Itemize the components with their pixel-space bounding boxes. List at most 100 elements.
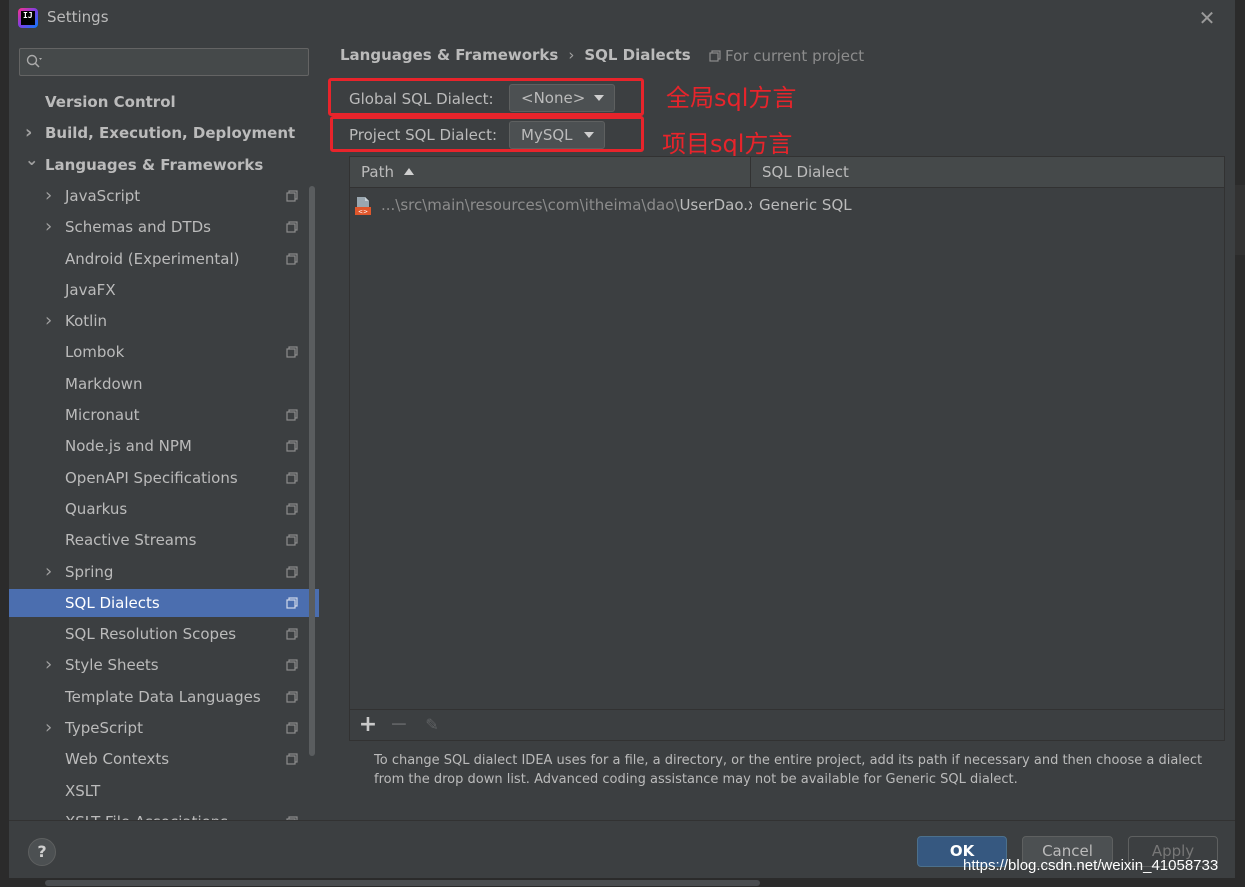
breadcrumb-current: SQL Dialects xyxy=(584,46,691,64)
project-scope-icon xyxy=(286,691,298,703)
sidebar-item-openapi-specifications[interactable]: OpenAPI Specifications xyxy=(9,464,319,492)
sidebar-item-label: Template Data Languages xyxy=(65,688,261,706)
annotation-box-global xyxy=(328,78,644,116)
sidebar-item-template-data-languages[interactable]: Template Data Languages xyxy=(9,683,319,711)
sidebar-item-sql-resolution-scopes[interactable]: SQL Resolution Scopes xyxy=(9,620,319,648)
sidebar-item-label: Micronaut xyxy=(65,406,140,424)
sidebar-item-label: Quarkus xyxy=(65,500,128,518)
sidebar-item-build-execution-deployment[interactable]: › Build, Execution, Deployment xyxy=(9,119,319,147)
chevron-down-icon[interactable]: ⌄ xyxy=(25,146,38,174)
table-row[interactable]: <> ...\src\main\resources\com\itheima\da… xyxy=(350,190,1224,220)
table-toolbar: + − ✎ xyxy=(350,709,1224,740)
sidebar-item-reactive-streams[interactable]: Reactive Streams xyxy=(9,526,319,554)
sidebar-item-label: Spring xyxy=(65,563,114,581)
sidebar-item-typescript[interactable]: › TypeScript xyxy=(9,714,319,742)
edit-icon[interactable]: ✎ xyxy=(420,713,444,737)
project-scope-icon xyxy=(286,534,298,546)
project-scope-icon xyxy=(286,253,298,265)
sidebar-item-label: SQL Resolution Scopes xyxy=(65,625,237,643)
annotation-global: 全局sql方言 xyxy=(666,84,797,112)
background-editor-left xyxy=(0,0,9,887)
scope-text: For current project xyxy=(725,47,865,65)
help-text: To change SQL dialect IDEA uses for a fi… xyxy=(374,753,1203,787)
sidebar-item-label: Node.js and NPM xyxy=(65,437,192,455)
project-scope-icon xyxy=(286,753,298,765)
sidebar-item-android-experimental[interactable]: Android (Experimental) xyxy=(9,245,319,273)
window-title: Settings xyxy=(47,8,109,26)
sidebar-item-label: OpenAPI Specifications xyxy=(65,469,238,487)
sidebar-scrollbar[interactable] xyxy=(309,186,315,756)
sidebar-item-markdown[interactable]: Markdown xyxy=(9,370,319,398)
sidebar-item-label: Lombok xyxy=(65,343,125,361)
project-scope-icon xyxy=(286,221,298,233)
project-scope-icon xyxy=(709,50,721,62)
sidebar-item-label: Markdown xyxy=(65,375,143,393)
background-editor-right xyxy=(1235,0,1245,887)
chevron-right-icon[interactable]: › xyxy=(25,119,37,147)
project-scope-icon xyxy=(286,659,298,671)
sidebar-item-label: XSLT xyxy=(65,782,101,800)
sidebar-item-kotlin[interactable]: › Kotlin xyxy=(9,307,319,335)
table-header: Path SQL Dialect xyxy=(350,157,1224,188)
dialect-mapping-table: Path SQL Dialect <> ...\src\main\resourc… xyxy=(349,156,1225,741)
sidebar-item-label: TypeScript xyxy=(65,719,143,737)
row-dialect[interactable]: Generic SQL xyxy=(759,190,852,220)
chevron-right-icon[interactable]: › xyxy=(45,307,57,335)
sidebar-item-xslt-file-associations[interactable]: XSLT File Associations xyxy=(9,808,319,820)
project-scope-icon xyxy=(286,566,298,578)
sidebar-item-spring[interactable]: › Spring xyxy=(9,558,319,586)
sidebar-item-javafx[interactable]: JavaFX xyxy=(9,276,319,304)
chevron-right-icon[interactable]: › xyxy=(45,213,57,241)
sidebar-item-label: JavaFX xyxy=(65,281,116,299)
sidebar-item-micronaut[interactable]: Micronaut xyxy=(9,401,319,429)
breadcrumb-separator: › xyxy=(568,46,575,64)
sidebar-item-label: Reactive Streams xyxy=(65,531,197,549)
project-scope-icon xyxy=(286,440,298,452)
background-editor-line xyxy=(1235,500,1245,570)
sidebar-item-label: Build, Execution, Deployment xyxy=(45,124,296,142)
scope-label: For current project xyxy=(709,47,864,65)
sidebar-item-style-sheets[interactable]: › Style Sheets xyxy=(9,651,319,679)
sidebar-item-web-contexts[interactable]: Web Contexts xyxy=(9,745,319,773)
row-file-name: UserDao.xml xyxy=(679,196,752,214)
sidebar-item-lombok[interactable]: Lombok xyxy=(9,338,319,366)
row-path-prefix: ...\src\main\resources\com\itheima\dao\ xyxy=(381,196,680,214)
column-divider[interactable] xyxy=(750,157,751,188)
column-header-dialect[interactable]: SQL Dialect xyxy=(762,157,849,188)
background-scrollbar xyxy=(45,880,760,886)
sidebar-item-node-js-and-npm[interactable]: Node.js and NPM xyxy=(9,432,319,460)
close-icon[interactable]: ✕ xyxy=(1197,8,1217,28)
search-input[interactable] xyxy=(19,48,309,76)
settings-sidebar: Version Control › Build, Execution, Deploy… xyxy=(9,36,319,820)
project-scope-icon xyxy=(286,628,298,640)
remove-icon[interactable]: − xyxy=(387,713,411,737)
search-icon xyxy=(26,54,42,74)
project-scope-icon xyxy=(286,472,298,484)
sidebar-item-languages-frameworks[interactable]: ⌄ Languages & Frameworks xyxy=(9,150,319,179)
chevron-right-icon[interactable]: › xyxy=(45,651,57,679)
column-header-path[interactable]: Path xyxy=(361,157,414,188)
chevron-right-icon[interactable]: › xyxy=(45,182,57,210)
intellij-app-icon: IJ xyxy=(18,8,38,28)
sidebar-item-javascript[interactable]: › JavaScript xyxy=(9,182,319,210)
project-scope-icon xyxy=(286,190,298,202)
help-icon[interactable]: ? xyxy=(28,838,56,866)
xml-file-icon: <> xyxy=(355,197,371,216)
chevron-right-icon[interactable]: › xyxy=(45,714,57,742)
chevron-right-icon[interactable]: › xyxy=(45,558,57,586)
sidebar-item-label: Schemas and DTDs xyxy=(65,218,211,236)
watermark: https://blog.csdn.net/weixin_41058733 xyxy=(963,857,1219,874)
sidebar-item-schemas-and-dtds[interactable]: › Schemas and DTDs xyxy=(9,213,319,241)
sidebar-item-xslt[interactable]: XSLT xyxy=(9,777,319,805)
sql-dialects-panel: Languages & Frameworks › SQL Dialects For … xyxy=(319,36,1235,820)
sidebar-item-label: XSLT File Associations xyxy=(65,808,228,820)
sidebar-item-version-control[interactable]: Version Control xyxy=(9,88,319,116)
sidebar-item-quarkus[interactable]: Quarkus xyxy=(9,495,319,523)
sidebar-item-label: Kotlin xyxy=(65,312,107,330)
breadcrumb-parent[interactable]: Languages & Frameworks xyxy=(340,46,558,64)
sidebar-item-label: Version Control xyxy=(45,93,176,111)
sidebar-item-sql-dialects[interactable]: SQL Dialects xyxy=(9,589,319,617)
add-icon[interactable]: + xyxy=(356,713,380,737)
title-bar: IJ Settings ✕ xyxy=(9,0,1235,36)
project-scope-icon xyxy=(286,722,298,734)
